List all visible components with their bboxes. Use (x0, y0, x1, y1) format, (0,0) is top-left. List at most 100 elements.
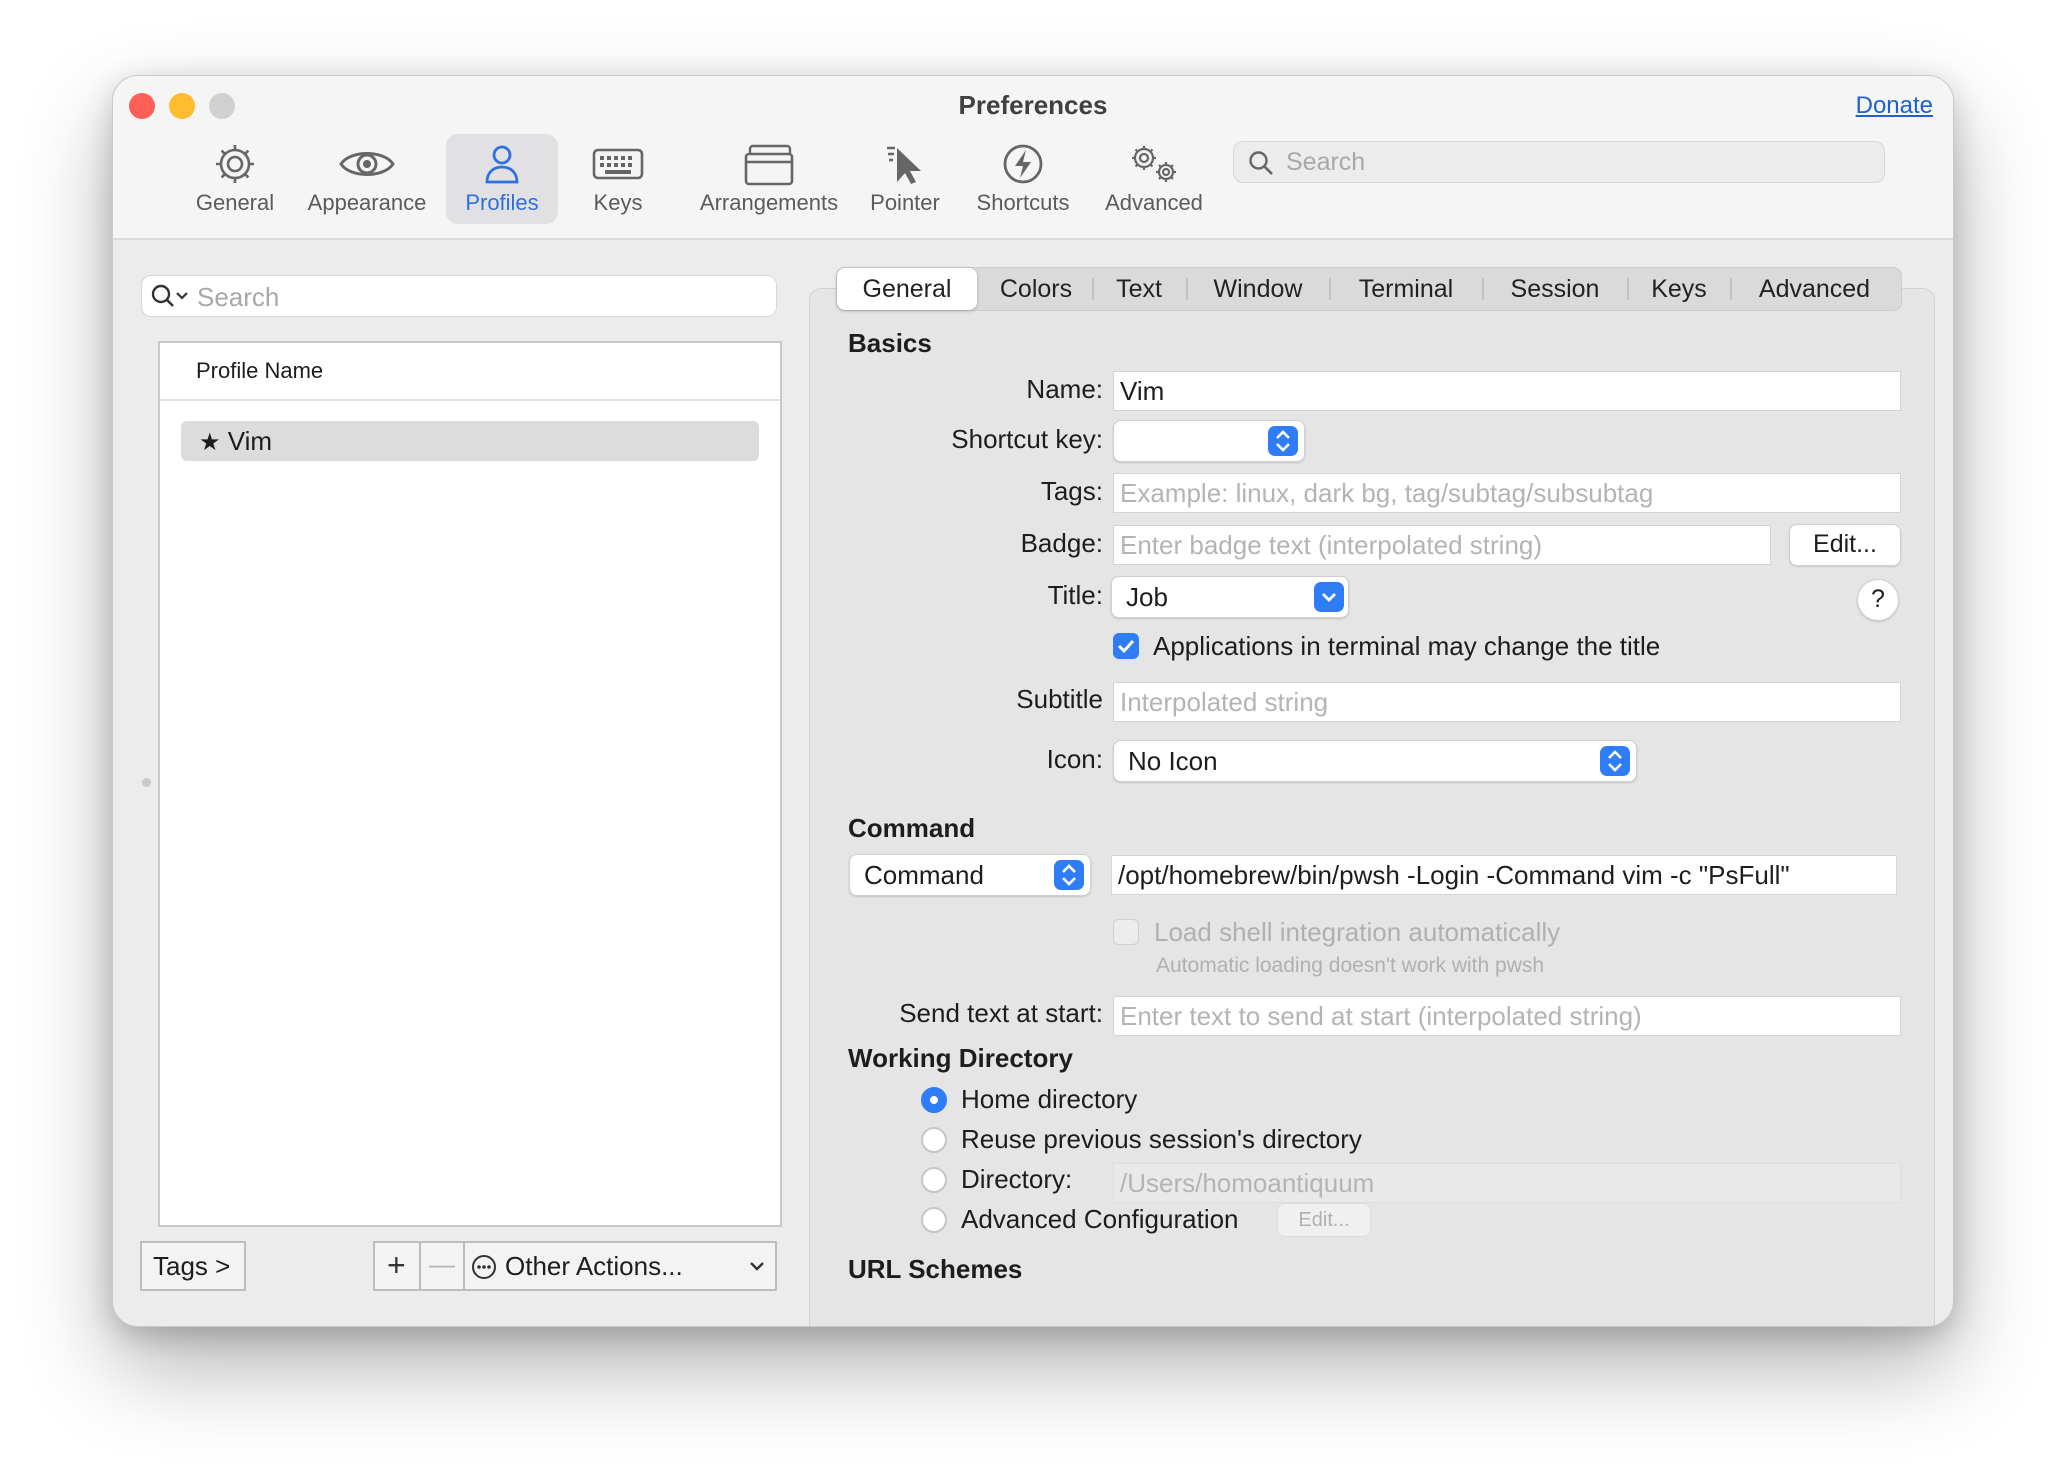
advanced-configuration-label: Advanced Configuration (961, 1204, 1239, 1234)
shortcut-key-popup[interactable] (1113, 420, 1305, 462)
profile-search-placeholder: Search (197, 282, 280, 312)
title-popup[interactable]: Job (1111, 576, 1349, 618)
toolbar-search-placeholder: Search (1286, 148, 1366, 176)
window-title: Preferences (958, 90, 1108, 120)
badge-edit-label: Edit... (1813, 530, 1877, 558)
tags-button-label: Tags > (153, 1251, 231, 1281)
window-stack-icon (679, 142, 859, 188)
toolbar-appearance-label: Appearance (307, 190, 427, 215)
toolbar-advanced[interactable]: Advanced (1093, 134, 1215, 224)
help-button[interactable]: ? (1857, 579, 1899, 621)
send-text-placeholder: Enter text to send at start (interpolate… (1120, 1001, 1642, 1031)
name-field[interactable]: Vim (1113, 371, 1901, 411)
load-shell-integration-label: Load shell integration automatically (1154, 917, 1561, 947)
toolbar-search-field[interactable]: Search (1233, 141, 1885, 183)
advanced-configuration-edit-button[interactable]: Edit... (1277, 1203, 1371, 1237)
toolbar-keys[interactable]: Keys (568, 134, 668, 224)
up-down-chevron-icon (1268, 426, 1298, 456)
tab-colors[interactable]: Colors (981, 268, 1091, 310)
toolbar-shortcuts-label: Shortcuts (976, 190, 1070, 215)
title-popup-value: Job (1126, 582, 1168, 612)
title-label: Title: (1047, 580, 1103, 610)
bolt-icon (964, 142, 1082, 188)
profile-tabs: General Colors Text Window Terminal Sess… (836, 267, 1902, 311)
reuse-directory-label: Reuse previous session's directory (961, 1124, 1362, 1154)
other-actions-menu[interactable]: Other Actions... (463, 1241, 777, 1291)
toolbar-profiles[interactable]: Profiles (446, 134, 558, 224)
gear-icon (183, 142, 287, 188)
toolbar-arrangements-label: Arrangements (699, 190, 839, 215)
load-shell-integration-checkbox[interactable] (1113, 919, 1139, 945)
advanced-configuration-edit-label: Edit... (1298, 1209, 1350, 1231)
profile-row-name: ★ Vim (199, 426, 273, 456)
add-profile-button[interactable]: + (373, 1241, 423, 1291)
profile-name-column-header[interactable]: Profile Name (160, 343, 780, 401)
toolbar-profiles-label: Profiles (465, 190, 539, 215)
directory-path-field[interactable]: /Users/homoantiquum (1113, 1163, 1901, 1203)
apps-change-title-checkbox[interactable] (1113, 633, 1139, 659)
remove-profile-button[interactable]: — (419, 1241, 467, 1291)
toolbar-pointer[interactable]: Pointer (857, 134, 953, 224)
checkmark-icon (1117, 639, 1135, 654)
command-mode-value: Command (864, 860, 984, 890)
directory-label: Directory: (961, 1164, 1073, 1194)
subtitle-field[interactable]: Interpolated string (1113, 682, 1901, 722)
subtitle-field-placeholder: Interpolated string (1120, 687, 1329, 717)
icon-popup-value: No Icon (1128, 746, 1218, 776)
home-directory-radio[interactable] (921, 1087, 947, 1113)
send-text-field[interactable]: Enter text to send at start (interpolate… (1113, 996, 1901, 1036)
minus-icon: — (429, 1249, 455, 1279)
command-mode-popup[interactable]: Command (849, 854, 1091, 896)
preferences-window: Preferences Donate General Appearance Pr… (112, 75, 1954, 1327)
tab-keys[interactable]: Keys (1629, 268, 1729, 310)
tab-general[interactable]: General (837, 268, 977, 310)
name-field-value: Vim (1120, 376, 1165, 406)
chevron-down-icon (750, 1262, 764, 1271)
command-field-value: /opt/homebrew/bin/pwsh -Login -Command v… (1118, 860, 1790, 890)
toolbar-general-label: General (195, 190, 275, 215)
advanced-configuration-radio[interactable] (921, 1207, 947, 1233)
badge-edit-button[interactable]: Edit... (1789, 524, 1901, 566)
toolbar-shortcuts[interactable]: Shortcuts (964, 134, 1082, 224)
working-directory-heading: Working Directory (848, 1043, 1073, 1073)
toolbar-keys-label: Keys (593, 190, 643, 215)
tags-field[interactable]: Example: linux, dark bg, tag/subtag/subs… (1113, 473, 1901, 513)
profile-list: Profile Name ★ Vim (158, 341, 782, 1227)
up-down-chevron-icon (1600, 746, 1630, 776)
command-heading: Command (848, 813, 976, 843)
name-label: Name: (1026, 374, 1103, 404)
toolbar-general[interactable]: General (183, 134, 287, 224)
profile-name-header-label: Profile Name (196, 358, 324, 383)
pointer-icon (857, 142, 953, 188)
tags-button[interactable]: Tags > (140, 1241, 246, 1291)
subtitle-label: Subtitle (1016, 684, 1103, 714)
tab-window[interactable]: Window (1188, 268, 1328, 310)
split-handle[interactable] (142, 778, 151, 787)
url-schemes-heading: URL Schemes (848, 1254, 1023, 1284)
directory-path-placeholder: /Users/homoantiquum (1120, 1168, 1375, 1198)
star-icon: ★ (199, 429, 221, 456)
icon-label: Icon: (1046, 744, 1103, 774)
tab-terminal[interactable]: Terminal (1331, 268, 1481, 310)
person-icon (446, 142, 558, 188)
tab-text[interactable]: Text (1094, 268, 1184, 310)
tab-session[interactable]: Session (1484, 268, 1626, 310)
toolbar-arrangements[interactable]: Arrangements (679, 134, 859, 224)
gears-icon (1093, 142, 1215, 188)
badge-field-placeholder: Enter badge text (interpolated string) (1120, 530, 1543, 560)
toolbar-appearance[interactable]: Appearance (299, 134, 435, 224)
command-field[interactable]: /opt/homebrew/bin/pwsh -Login -Command v… (1111, 855, 1897, 895)
chevron-down-icon (1314, 582, 1344, 612)
tab-advanced[interactable]: Advanced (1732, 268, 1897, 310)
shortcut-key-label: Shortcut key: (951, 424, 1103, 454)
profile-search-field[interactable]: Search (141, 275, 777, 317)
badge-field[interactable]: Enter badge text (interpolated string) (1113, 525, 1771, 565)
reuse-directory-radio[interactable] (921, 1127, 947, 1153)
icon-popup[interactable]: No Icon (1113, 740, 1637, 782)
tags-label: Tags: (1040, 476, 1103, 506)
send-text-label: Send text at start: (899, 998, 1103, 1028)
donate-link[interactable]: Donate (1856, 92, 1933, 120)
directory-radio[interactable] (921, 1167, 947, 1193)
ellipsis-circle-icon (472, 1255, 496, 1279)
profile-row-vim[interactable]: ★ Vim (181, 421, 759, 461)
